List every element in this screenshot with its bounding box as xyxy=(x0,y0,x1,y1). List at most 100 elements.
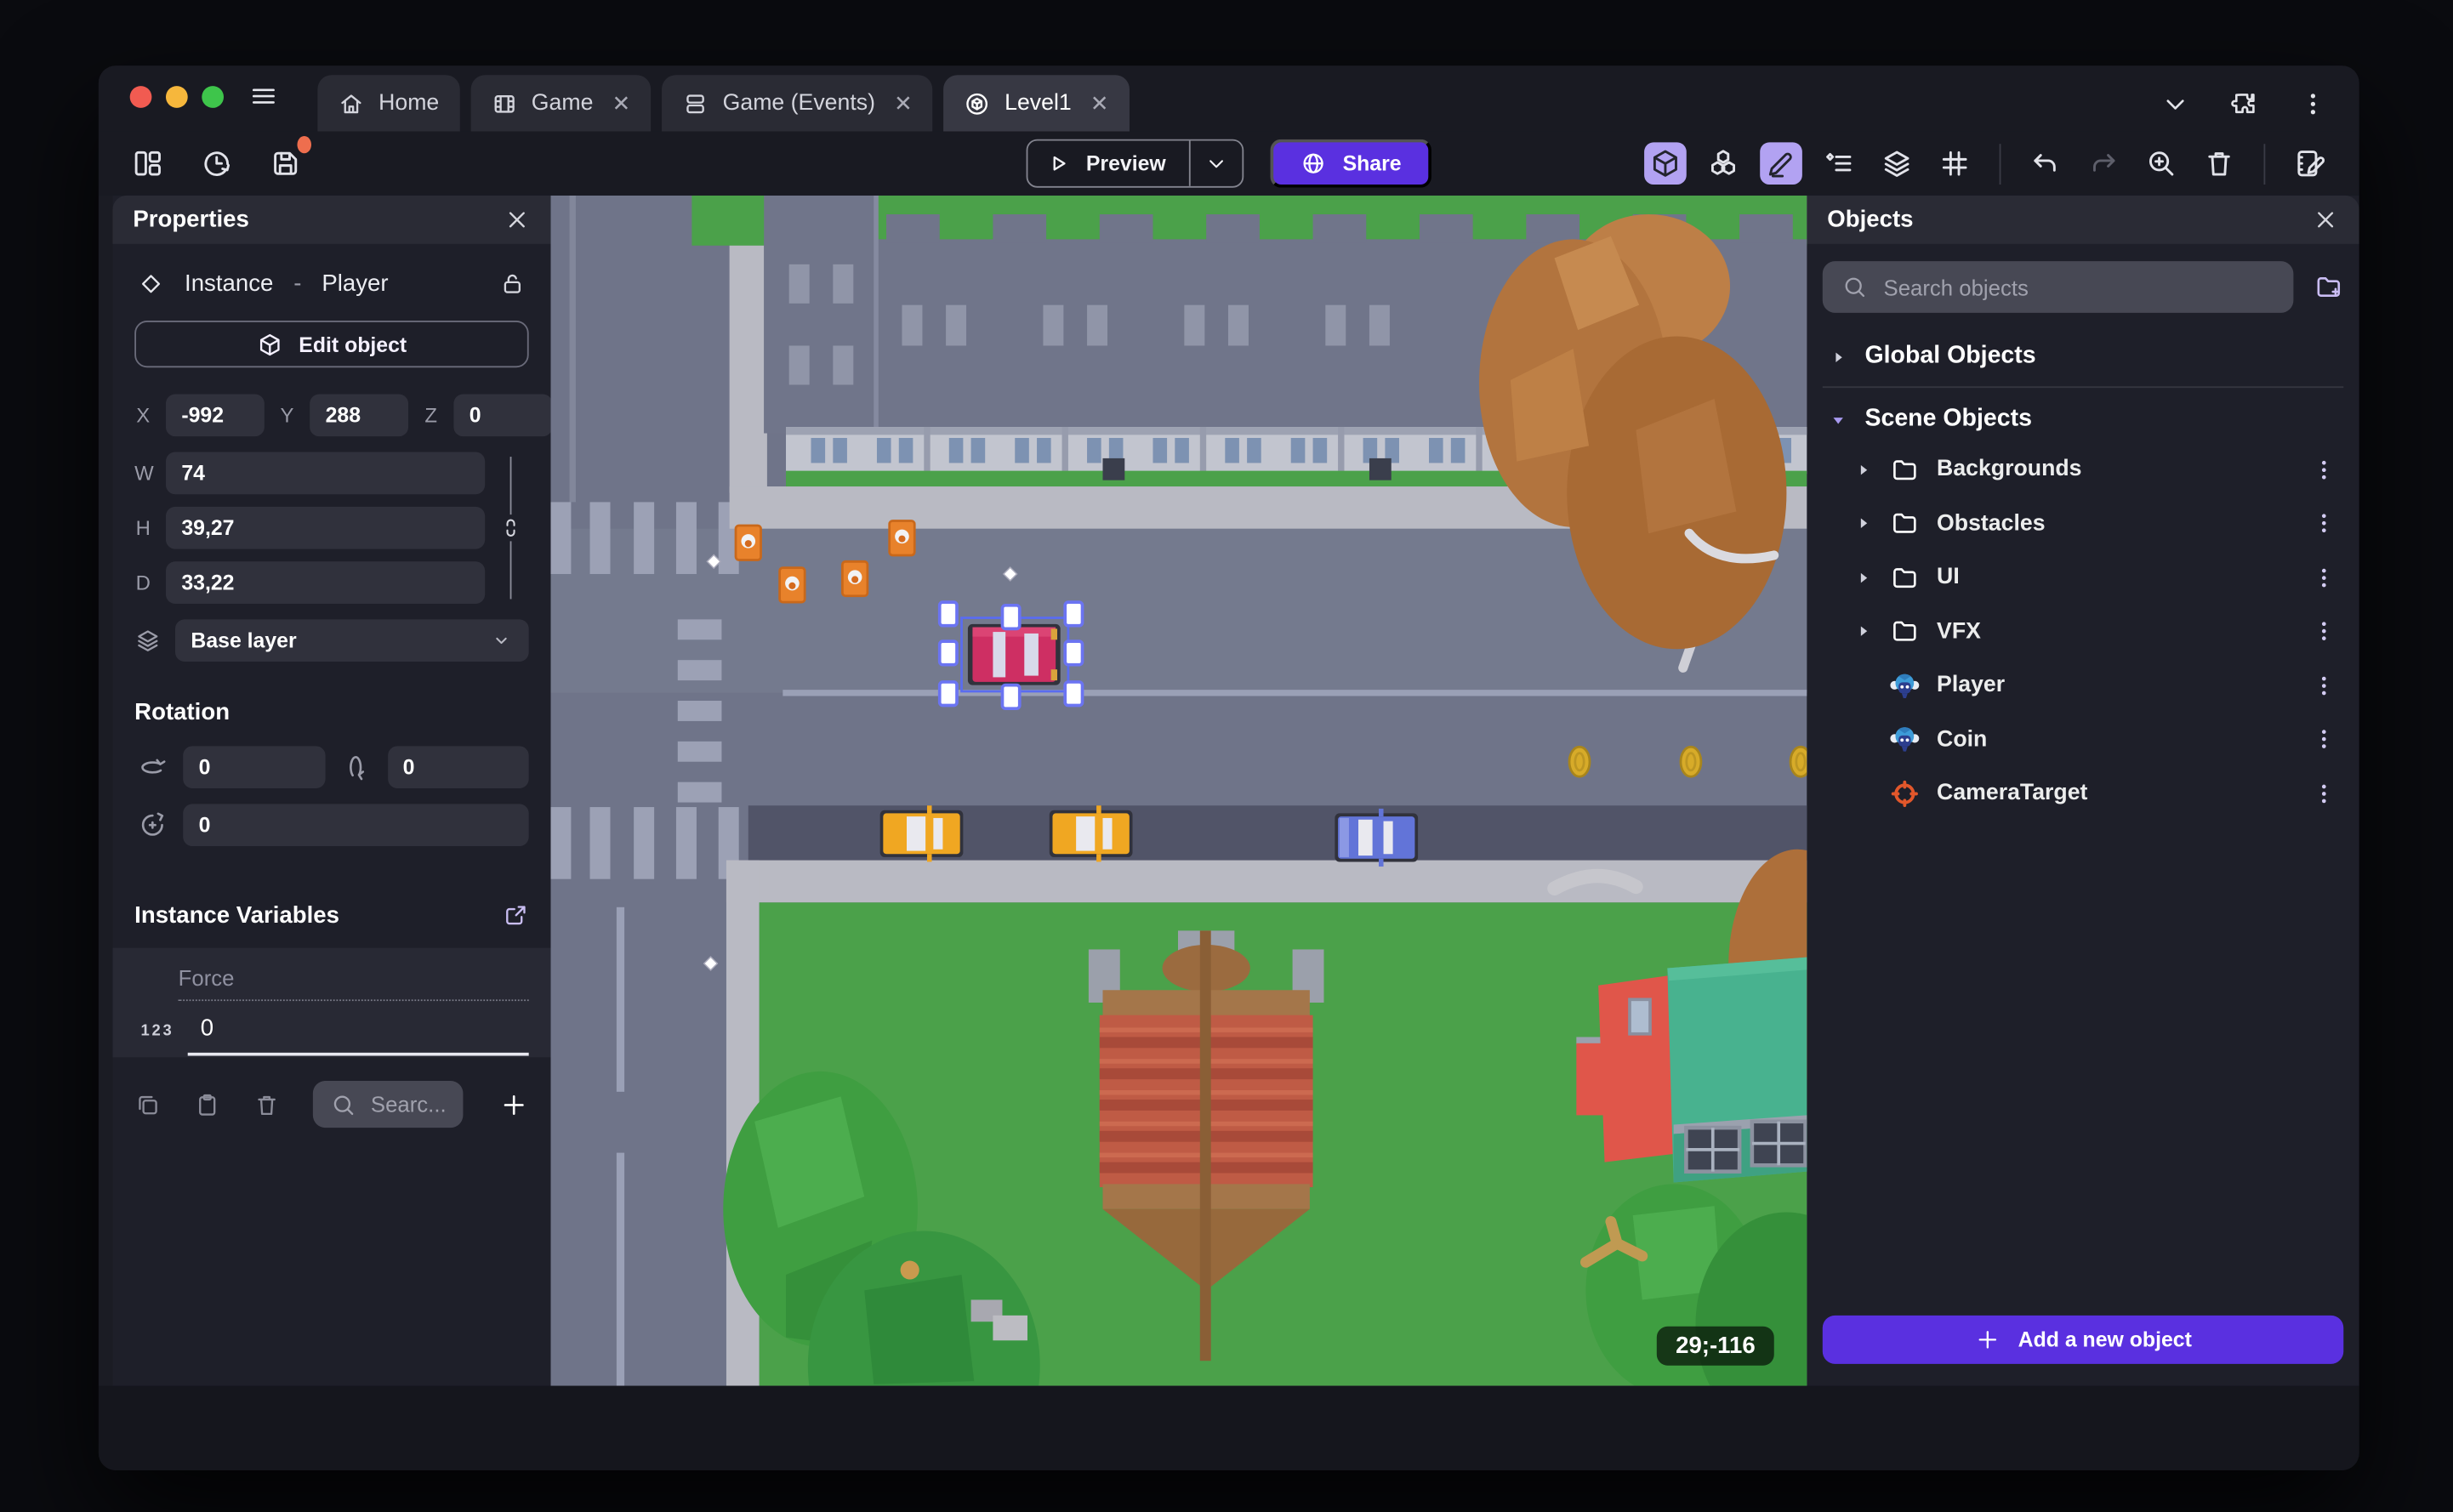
app-window: Home Game ✕ Game (Events) ✕ Level1 ✕ Pre… xyxy=(98,65,2359,1470)
layers-button[interactable] xyxy=(1875,142,1918,185)
close-objects-icon[interactable] xyxy=(2312,207,2338,233)
layer-select[interactable]: Base layer xyxy=(175,619,529,662)
row-menu-icon[interactable] xyxy=(2311,780,2337,806)
variable-type-number-badge: 123 xyxy=(140,1022,174,1041)
teal-building xyxy=(1576,957,1807,1183)
close-tab-icon[interactable]: ✕ xyxy=(1090,90,1109,117)
taxi-car-1[interactable] xyxy=(879,805,964,862)
extensions-puzzle-icon[interactable] xyxy=(2229,88,2259,118)
caret-down-icon[interactable] xyxy=(1829,407,1847,431)
play-icon xyxy=(1045,151,1072,177)
maximize-window-button[interactable] xyxy=(202,86,225,108)
variable-name[interactable]: Force xyxy=(178,965,529,1002)
preview-options-button[interactable] xyxy=(1191,141,1243,186)
redo-button[interactable] xyxy=(2082,142,2125,185)
add-new-object-button[interactable]: Add a new object xyxy=(1822,1315,2344,1364)
y-position-field[interactable] xyxy=(310,394,409,437)
tab-game[interactable]: Game ✕ xyxy=(470,75,652,132)
variable-row[interactable]: Force 123 0 xyxy=(112,947,551,1058)
overflow-menu-icon[interactable] xyxy=(2298,88,2328,118)
preview-button[interactable]: Preview xyxy=(1028,140,1192,186)
lock-ratio-rail xyxy=(492,452,529,604)
share-button[interactable]: Share xyxy=(1270,139,1431,188)
row-menu-icon[interactable] xyxy=(2311,565,2337,591)
objects-search-input[interactable] xyxy=(1883,274,2275,300)
caret-right-icon[interactable] xyxy=(1854,566,1873,589)
rotation-y-field[interactable] xyxy=(387,746,529,789)
row-menu-icon[interactable] xyxy=(2311,510,2337,537)
z-position-field[interactable] xyxy=(453,394,551,437)
x-position-field[interactable] xyxy=(165,394,265,437)
main-menu-button[interactable] xyxy=(248,82,278,111)
row-menu-icon[interactable] xyxy=(2311,726,2337,753)
objects-panel-toggle-button[interactable] xyxy=(1702,142,1744,185)
rotation-z-field[interactable] xyxy=(183,804,529,847)
paste-clipboard-icon[interactable] xyxy=(194,1091,220,1117)
scene-objects-tree: Backgrounds Obstacles UI VFX Player Coin… xyxy=(1823,443,2343,821)
height-field[interactable] xyxy=(165,506,486,549)
caret-right-icon[interactable] xyxy=(1829,345,1847,369)
object-row-coin[interactable]: Coin xyxy=(1823,713,2343,766)
rotation-x-field[interactable] xyxy=(183,746,325,789)
lock-open-icon[interactable] xyxy=(499,270,526,297)
tab-game-events[interactable]: Game (Events) ✕ xyxy=(661,75,933,132)
external-link-icon[interactable] xyxy=(502,902,528,929)
width-field[interactable] xyxy=(165,452,486,495)
monkey-object-icon xyxy=(1890,725,1920,754)
edit-mode-button[interactable] xyxy=(1760,142,1802,185)
zoom-in-button[interactable] xyxy=(2140,142,2183,185)
depth-field[interactable] xyxy=(165,561,486,604)
caret-right-icon[interactable] xyxy=(1854,620,1873,644)
minimize-window-button[interactable] xyxy=(165,86,188,108)
save-button[interactable] xyxy=(265,136,312,185)
instances-list-button[interactable] xyxy=(1818,142,1860,185)
folder-row-backgrounds[interactable]: Backgrounds xyxy=(1823,443,2343,497)
variables-search-input[interactable] xyxy=(370,1091,447,1117)
chevron-down-icon xyxy=(490,628,514,652)
object-label: Coin xyxy=(1937,726,1988,753)
folder-row-vfx[interactable]: VFX xyxy=(1823,605,2343,658)
chevron-down-icon[interactable] xyxy=(2160,88,2190,118)
plus-icon xyxy=(1974,1327,2001,1353)
row-menu-icon[interactable] xyxy=(2311,672,2337,698)
group-label: Global Objects xyxy=(1864,342,2036,370)
folder-row-ui[interactable]: UI xyxy=(1823,550,2343,604)
window-bottom-strip xyxy=(98,1385,2359,1470)
scene-render[interactable] xyxy=(550,195,1807,1386)
add-folder-icon[interactable] xyxy=(2314,272,2343,302)
object-row-player[interactable]: Player xyxy=(1823,658,2343,712)
toggle-panels-button[interactable] xyxy=(127,142,169,185)
variable-value[interactable]: 0 xyxy=(188,1015,529,1056)
close-properties-icon[interactable] xyxy=(504,207,530,233)
delete-button[interactable] xyxy=(2198,142,2240,185)
objects-search-box[interactable] xyxy=(1822,261,2294,313)
close-tab-icon[interactable]: ✕ xyxy=(894,90,913,117)
edit-object-button[interactable]: Edit object xyxy=(134,321,529,368)
close-window-button[interactable] xyxy=(129,86,152,108)
tab-level1[interactable]: Level1 ✕ xyxy=(943,75,1130,132)
global-objects-group[interactable]: Global Objects xyxy=(1823,333,2343,380)
monkey-object-icon xyxy=(1890,671,1920,701)
variables-search-box[interactable] xyxy=(312,1080,464,1128)
caret-right-icon[interactable] xyxy=(1854,512,1873,536)
edit-scene-properties-button[interactable] xyxy=(2289,142,2331,185)
folder-row-obstacles[interactable]: Obstacles xyxy=(1823,497,2343,550)
object-row-cameratarget[interactable]: CameraTarget xyxy=(1823,766,2343,820)
taxi-car-2[interactable] xyxy=(1049,805,1133,862)
delete-variable-icon[interactable] xyxy=(253,1091,280,1117)
copy-icon[interactable] xyxy=(134,1091,161,1117)
tab-home[interactable]: Home xyxy=(317,75,460,132)
row-menu-icon[interactable] xyxy=(2311,457,2337,483)
scene-canvas[interactable]: 29;-116 xyxy=(550,195,1807,1386)
caret-right-icon[interactable] xyxy=(1854,458,1873,481)
grid-button[interactable] xyxy=(1933,142,1976,185)
blue-car[interactable] xyxy=(1335,808,1419,867)
row-menu-icon[interactable] xyxy=(2311,618,2337,645)
add-variable-button[interactable] xyxy=(499,1089,529,1119)
link-chain-icon[interactable] xyxy=(498,516,522,540)
view-3d-toggle-button[interactable] xyxy=(1644,142,1687,185)
history-button[interactable] xyxy=(196,142,238,185)
close-tab-icon[interactable]: ✕ xyxy=(612,90,631,117)
undo-button[interactable] xyxy=(2024,142,2067,185)
scene-objects-group[interactable]: Scene Objects xyxy=(1823,395,2343,442)
